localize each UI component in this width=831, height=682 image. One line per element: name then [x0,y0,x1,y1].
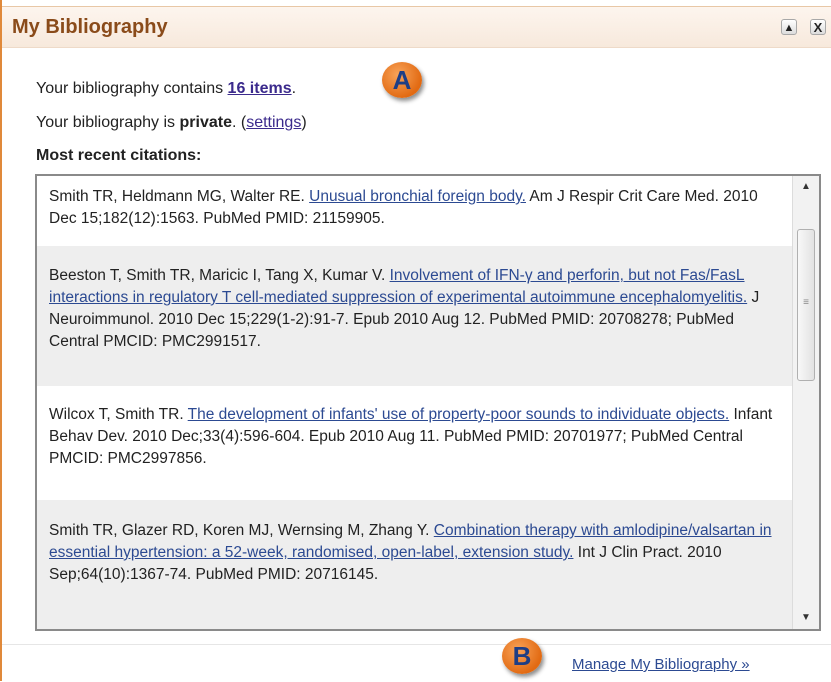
vertical-scrollbar[interactable]: ▲ ≡ ▼ [792,176,819,629]
panel-title: My Bibliography [12,16,168,38]
privacy-prefix: Your bibliography is [36,114,180,131]
settings-link[interactable]: settings [246,114,301,131]
citations-list: Smith TR, Heldmann MG, Walter RE. Unusua… [37,176,795,629]
privacy-line: Your bibliography is private. (settings) [36,114,307,132]
scroll-up-icon[interactable]: ▲ [793,176,819,198]
citation-item: Smith TR, Glazer RD, Koren MJ, Wernsing … [37,500,795,629]
citation-authors: Smith TR, Heldmann MG, Walter RE. [49,188,310,205]
citation-title-link[interactable]: Unusual bronchial foreign body. [309,188,526,205]
collapse-icon[interactable]: ▲ [781,19,797,35]
citation-item: Beeston T, Smith TR, Maricic I, Tang X, … [37,246,795,386]
panel-footer: Manage My Bibliography » [2,644,831,682]
citation-authors: Smith TR, Glazer RD, Koren MJ, Wernsing … [49,522,434,539]
citation-item: Smith TR, Heldmann MG, Walter RE. Unusua… [37,176,795,246]
callout-marker-b: B [502,638,542,674]
count-prefix: Your bibliography contains [36,80,228,97]
scroll-thumb[interactable]: ≡ [797,229,815,381]
recent-citations-heading: Most recent citations: [36,147,202,164]
scroll-down-icon[interactable]: ▼ [793,607,819,629]
citation-authors: Wilcox T, Smith TR. [49,406,188,423]
citations-list-box: Smith TR, Heldmann MG, Walter RE. Unusua… [35,174,821,631]
close-icon[interactable]: X [810,19,826,35]
bibliography-count-line: Your bibliography contains 16 items. [36,80,296,98]
privacy-mid: . ( [231,114,247,131]
callout-marker-a: A [382,62,422,98]
privacy-value: private [179,114,232,131]
count-suffix: . [291,80,297,97]
manage-bibliography-link[interactable]: Manage My Bibliography » [572,656,750,673]
privacy-suffix: ) [301,114,307,131]
citation-authors: Beeston T, Smith TR, Maricic I, Tang X, … [49,267,390,284]
items-count-link[interactable]: 16 items [228,80,292,97]
grip-icon: ≡ [803,297,809,308]
bibliography-panel: My Bibliography ▲ X Your bibliography co… [0,0,831,681]
citation-title-link[interactable]: The development of infants' use of prope… [188,406,729,423]
citation-item: Wilcox T, Smith TR. The development of i… [37,386,795,500]
panel-header: My Bibliography ▲ X [2,6,831,48]
